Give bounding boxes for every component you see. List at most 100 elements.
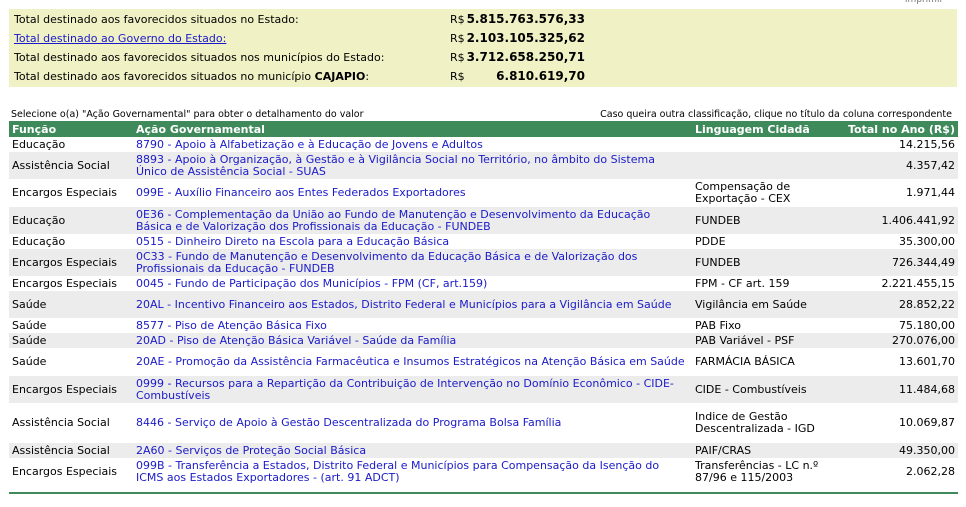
cell-total: 35.300,00 (899, 234, 955, 248)
cell-linguagem: FPM - CF art. 159 (695, 276, 790, 290)
cell-funcao: Educação (12, 213, 66, 227)
table-row: Assistência Social 8893 - Apoio à Organiz… (9, 152, 958, 179)
table-row: Educação 8790 - Apoio à Alfabetização e à… (9, 137, 958, 152)
cell-acao-link[interactable]: 2A60 - Serviços de Proteção Social Básic… (133, 443, 692, 458)
cell-linguagem: PAB Variável - PSF (695, 333, 795, 347)
summary-label[interactable]: Total destinado ao Governo do Estado: (14, 32, 226, 45)
cell-linguagem: FUNDEB (695, 255, 741, 269)
cell-funcao: Encargos Especiais (12, 382, 118, 396)
summary-value: 6.810.619,70 (496, 69, 585, 83)
summary-label-text: Total destinado aos favorecidos situados… (14, 13, 299, 26)
cell-acao-link[interactable]: 8577 - Piso de Atenção Básica Fixo (133, 318, 692, 333)
table-header-row: Função Ação Governamental Linguagem Cida… (9, 121, 958, 137)
summary-row: Total destinado aos favorecidos situados… (9, 67, 957, 86)
cell-linguagem: FARMÁCIA BÁSICA (695, 355, 795, 368)
cell-acao-link[interactable]: 20AL - Incentivo Financeiro aos Estados,… (133, 291, 692, 318)
cell-acao-link[interactable]: 0999 - Recursos para a Repartição da Con… (133, 376, 692, 403)
table-row: Saúde 20AD - Piso de Atenção Básica Variá… (9, 333, 958, 348)
summary-link-governo[interactable]: Total destinado ao Governo do Estado: (14, 32, 226, 45)
transfers-table: Função Ação Governamental Linguagem Cida… (9, 121, 958, 485)
currency-symbol: R$ (450, 51, 465, 64)
summary-value: 2.103.105.325,62 (466, 31, 585, 45)
cell-total: 4.357,42 (906, 158, 955, 172)
cell-linguagem: Transferências - LC n.º 87/96 e 115/2003 (695, 458, 819, 484)
table-row: Encargos Especiais 0045 - Fundo de Partic… (9, 276, 958, 291)
summary-value: 3.712.658.250,71 (466, 50, 585, 64)
cell-acao-link[interactable]: 0045 - Fundo de Participação dos Municíp… (133, 276, 692, 291)
cell-total: 49.350,00 (899, 443, 955, 457)
cell-total: 14.215,56 (899, 137, 955, 151)
table-row: Encargos Especiais 0C33 - Fundo de Manute… (9, 249, 958, 276)
cell-funcao: Saúde (12, 333, 47, 347)
table-row: Educação 0E36 - Complementação da União a… (9, 207, 958, 234)
cell-acao-link[interactable]: 0C33 - Fundo de Manutenção e Desenvolvim… (133, 249, 692, 276)
cell-funcao: Educação (12, 234, 66, 248)
table-row: Encargos Especiais 099B - Transferência a… (9, 458, 958, 485)
cell-funcao: Saúde (12, 318, 47, 332)
cell-funcao: Encargos Especiais (12, 186, 118, 199)
cell-total: 13.601,70 (899, 355, 955, 368)
cell-funcao: Encargos Especiais (12, 255, 118, 269)
column-header-total[interactable]: Total no Ano (R$) (836, 121, 958, 137)
cell-funcao: Encargos Especiais (12, 464, 118, 478)
column-header-funcao[interactable]: Função (9, 121, 133, 137)
currency-symbol: R$ (450, 13, 465, 26)
cell-total: 2.221.455,15 (881, 276, 955, 290)
column-header-acao[interactable]: Ação Governamental (133, 121, 692, 137)
summary-value: 5.815.763.576,33 (466, 12, 585, 26)
cell-total: 2.062,28 (906, 464, 955, 478)
table-row: Encargos Especiais 0999 - Recursos para a… (9, 376, 958, 403)
print-link[interactable]: imprimir (905, 0, 943, 5)
cell-acao-link[interactable]: 20AD - Piso de Atenção Básica Variável -… (133, 333, 692, 348)
cell-acao-link[interactable]: 20AE - Promoção da Assistência Farmacêut… (133, 348, 692, 376)
cell-linguagem (692, 137, 836, 152)
cell-linguagem: Indice de Gestão Descentralizada - IGD (695, 410, 815, 435)
cell-linguagem: Vigilância em Saúde (695, 297, 807, 311)
currency-symbol: R$ (450, 70, 465, 83)
table-row: Assistência Social 2A60 - Serviços de Pro… (9, 443, 958, 458)
summary-box: Total destinado aos favorecidos situados… (9, 9, 957, 87)
currency-symbol: R$ (450, 32, 465, 45)
cell-linguagem: FUNDEB (695, 213, 741, 227)
cell-acao-link[interactable]: 0515 - Dinheiro Direto na Escola para a … (133, 234, 692, 249)
cell-funcao: Saúde (12, 355, 47, 368)
cell-linguagem: PAB Fixo (695, 318, 741, 332)
hint-classification: Caso queira outra classificação, clique … (600, 109, 952, 120)
summary-label-end: : (365, 70, 370, 83)
municipality-name: CAJAPIO (314, 70, 366, 83)
cell-acao-link[interactable]: 099E - Auxílio Financeiro aos Entes Fede… (133, 179, 692, 207)
table-row: Assistência Social 8446 - Serviço de Apoi… (9, 403, 958, 443)
summary-label: Total destinado aos favorecidos situados… (14, 13, 299, 26)
cell-total: 1.406.441,92 (881, 213, 955, 227)
cell-total: 10.069,87 (899, 416, 955, 429)
summary-label: Total destinado aos favorecidos situados… (14, 70, 369, 83)
cell-acao-link[interactable]: 8790 - Apoio à Alfabetização e à Educaçã… (133, 137, 692, 152)
cell-total: 11.484,68 (899, 382, 955, 396)
cell-funcao: Encargos Especiais (12, 276, 118, 290)
column-header-linguagem[interactable]: Linguagem Cidadã (692, 121, 836, 137)
table-row: Saúde 20AL - Incentivo Financeiro aos Est… (9, 291, 958, 318)
cell-acao-link[interactable]: 8446 - Serviço de Apoio à Gestão Descent… (133, 403, 692, 443)
table-row: Saúde 20AE - Promoção da Assistência Farm… (9, 348, 958, 376)
table-row: Encargos Especiais 099E - Auxílio Finance… (9, 179, 958, 207)
cell-acao-link[interactable]: 8893 - Apoio à Organização, à Gestão e à… (133, 152, 692, 179)
summary-label-text: Total destinado aos favorecidos situados… (14, 70, 315, 83)
table-bottom-border (9, 492, 958, 494)
cell-acao-link[interactable]: 099B - Transferência a Estados, Distrito… (133, 458, 692, 485)
cell-total: 28.852,22 (899, 297, 955, 311)
hint-select-action: Selecione o(a) "Ação Governamental" para… (11, 109, 364, 120)
cell-total: 75.180,00 (899, 318, 955, 332)
cell-total: 726.344,49 (892, 255, 955, 269)
cell-funcao: Saúde (12, 297, 47, 311)
cell-total: 270.076,00 (892, 333, 955, 347)
cell-linguagem (692, 152, 836, 179)
cell-acao-link[interactable]: 0E36 - Complementação da União ao Fundo … (133, 207, 692, 234)
cell-funcao: Educação (12, 137, 66, 151)
cell-linguagem: CIDE - Combustíveis (695, 382, 807, 396)
cell-linguagem: PAIF/CRAS (695, 443, 752, 457)
summary-label: Total destinado aos favorecidos situados… (14, 51, 384, 64)
table-row: Educação 0515 - Dinheiro Direto na Escola… (9, 234, 958, 249)
summary-row: Total destinado aos favorecidos situados… (9, 48, 957, 67)
cell-total: 1.971,44 (906, 186, 955, 199)
cell-linguagem: PDDE (695, 234, 726, 248)
